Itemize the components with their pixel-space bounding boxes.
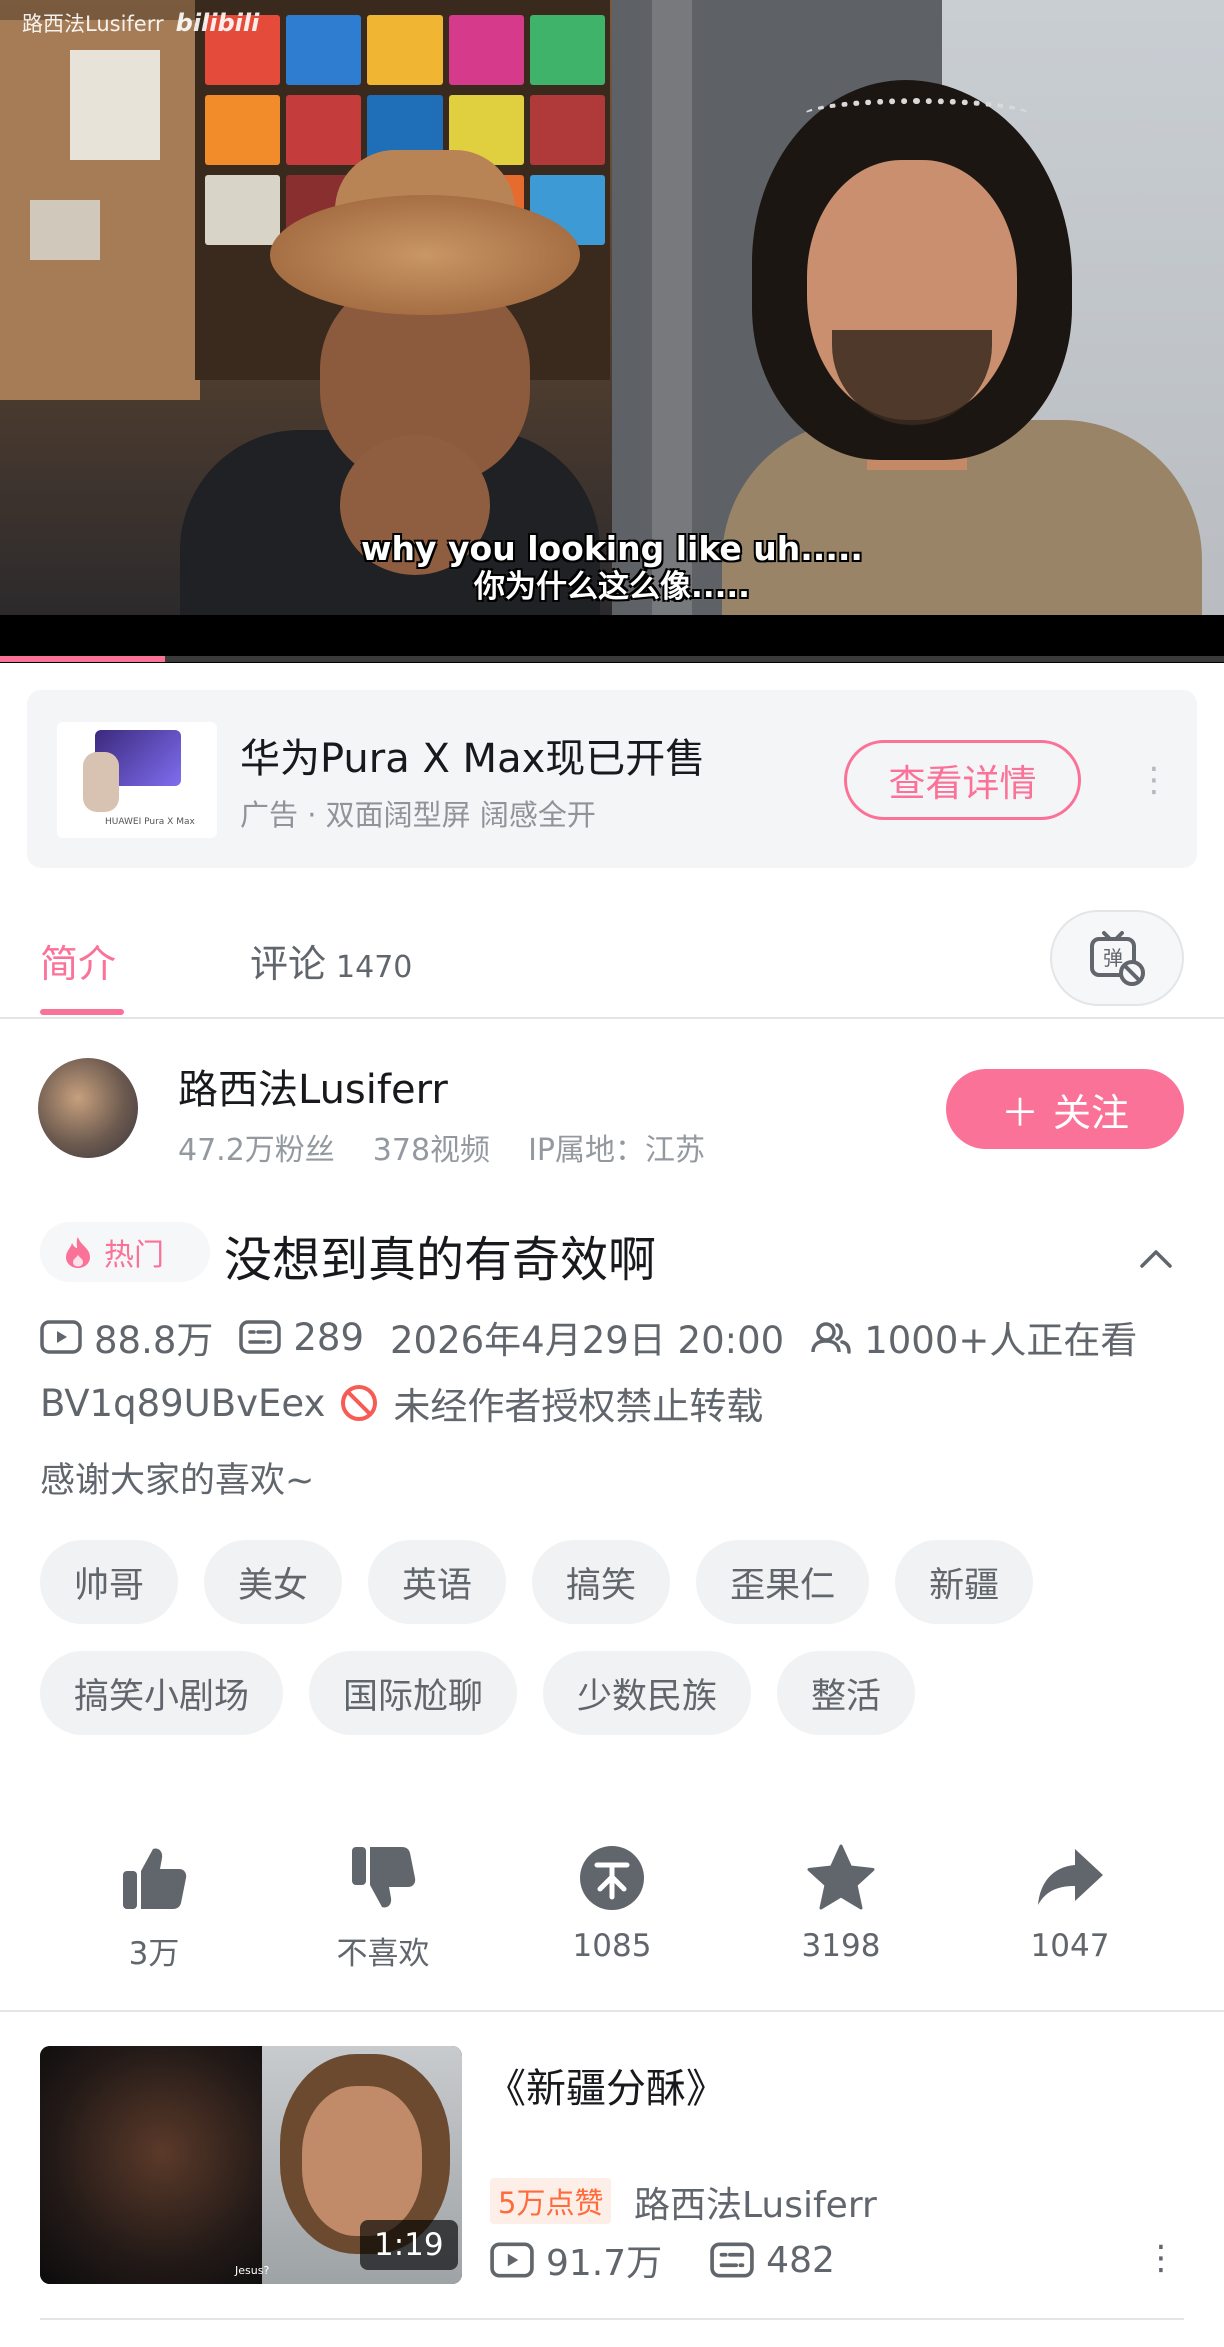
ad-subtitle: 广告 · 双面阔型屏 阔感全开 [240,798,596,832]
no-repost-icon [341,1385,378,1421]
watching-count: 1000+人正在看 [864,1319,1138,1362]
related-more-icon[interactable]: ⋮ [1144,2230,1178,2286]
related-stats: 91.7万 482 [490,2234,835,2286]
ad-thumb-caption: HUAWEI Pura X Max [105,817,195,827]
hot-badge[interactable]: 热门 [40,1222,210,1282]
tab-comments[interactable]: 评论 1470 [250,933,412,988]
tag-item[interactable]: 整活 [777,1651,916,1735]
related-like-badge: 5万点赞 [490,2178,612,2224]
video-progress-fill [0,656,166,662]
danmaku-count: 289 [293,1315,365,1359]
tag-list: 帅哥 美女 英语 搞笑 歪果仁 新疆 搞笑小剧场 国际尬聊 少数民族 整活 [40,1540,1190,1735]
video-player[interactable]: 路西法Lusiferr bilibili why you looking lik… [0,0,1224,663]
related-video-title[interactable]: 《新疆分酥》 [486,2056,726,2114]
comments-count: 1470 [336,950,413,985]
video-left-panel [0,0,612,615]
video-right-panel [612,0,1224,615]
video-id-line: BV1q89UBvEex 未经作者授权禁止转载 [40,1376,763,1430]
uploader-videos: 378视频 [372,1133,491,1168]
related-thumb-caption: Jesus? [235,2264,270,2277]
viewers-icon [811,1322,851,1354]
tag-item[interactable]: 国际尬聊 [309,1651,518,1735]
watermark-author: 路西法Lusiferr [22,12,164,36]
list-divider [40,2318,1184,2320]
publish-date: 2026年4月29日 20:00 [390,1319,785,1362]
uploader-ip: IP属地：江苏 [528,1133,706,1168]
uploader-meta: 47.2万粉丝 378视频 IP属地：江苏 [178,1125,705,1169]
video-watermark: 路西法Lusiferr bilibili [22,8,259,38]
favorite-button[interactable]: 3198 [761,1842,921,1964]
related-duration: 1:19 [360,2220,458,2270]
video-description: 感谢大家的喜欢~ [40,1461,315,1501]
uploader-fans: 47.2万粉丝 [178,1133,335,1168]
thumbs-down-icon [352,1847,416,1908]
danmaku-count-icon [239,1320,282,1354]
coin-count: 1085 [572,1928,652,1964]
danmaku-toggle-button[interactable]: 弹 [1050,910,1184,1006]
danmaku-count-icon [710,2242,754,2278]
ad-title: 华为Pura X Max现已开售 [240,736,706,782]
related-danmaku-count: 482 [766,2239,835,2281]
subtitle-chinese: 你为什么这么像..... [474,569,750,605]
tag-item[interactable]: 搞笑小剧场 [40,1651,284,1735]
related-author: 路西法Lusiferr [634,2185,877,2226]
cowboy-hat-brim [270,195,580,315]
view-count: 88.8万 [94,1319,214,1362]
section-divider [0,2010,1224,2012]
like-button[interactable]: 3万 [74,1842,234,1973]
follow-label: 关注 [1053,1090,1130,1135]
subtitle-english: why you looking like uh..... [361,529,863,568]
danmaku-off-icon: 弹 [1090,931,1145,986]
ad-details-button[interactable]: 查看详情 [844,740,1081,820]
fire-icon [66,1237,90,1268]
chevron-up-icon[interactable] [1138,1240,1174,1276]
dislike-label: 不喜欢 [336,1936,430,1972]
play-count-icon [490,2242,534,2278]
copyright-notice: 未经作者授权禁止转载 [393,1385,764,1428]
tag-item[interactable]: 美女 [204,1540,343,1624]
share-icon [1038,1849,1103,1905]
tag-item[interactable]: 少数民族 [543,1651,752,1735]
tab-active-indicator [40,1009,124,1015]
crown-accessory [802,98,1032,134]
thumbs-up-icon [123,1848,187,1909]
tab-intro[interactable]: 简介 [40,933,116,988]
video-stats: 88.8万 289 2026年4月29日 20:00 1000+人正在看 [40,1310,1163,1364]
tag-item[interactable]: 歪果仁 [696,1540,870,1624]
like-count: 3万 [128,1936,180,1972]
play-count-icon [40,1320,82,1354]
uploader-avatar[interactable] [38,1058,138,1158]
related-video-thumbnail[interactable]: Jesus? 1:19 [40,2046,462,2284]
action-bar: 3万 不喜欢 1085 3198 1047 [0,1842,1224,1972]
share-button[interactable]: 1047 [990,1842,1150,1964]
video-title: 没想到真的有奇效啊 [224,1232,657,1288]
related-views: 91.7万 [546,2243,663,2284]
ad-banner[interactable]: HUAWEI Pura X Max 华为Pura X Max现已开售 广告 · … [27,690,1197,868]
svg-text:弹: 弹 [1103,946,1123,970]
favorite-count: 3198 [801,1928,881,1964]
tag-item[interactable]: 英语 [368,1540,507,1624]
dislike-button[interactable]: 不喜欢 [303,1842,463,1973]
ad-thumbnail: HUAWEI Pura X Max [57,722,217,838]
tag-item[interactable]: 新疆 [895,1540,1034,1624]
hot-label: 热门 [104,1238,164,1273]
video-progress-bar[interactable] [0,656,1224,662]
tag-item[interactable]: 搞笑 [532,1540,671,1624]
plus-icon: ＋ [1000,1090,1039,1135]
star-icon [807,1844,875,1910]
bilibili-logo: bilibili [175,9,260,37]
tab-bar: 简介 评论 1470 弹 [0,895,1224,1019]
uploader-name[interactable]: 路西法Lusiferr [178,1057,448,1115]
share-count: 1047 [1030,1928,1110,1964]
tag-item[interactable]: 帅哥 [40,1540,179,1624]
coin-button[interactable]: 1085 [532,1842,692,1964]
coin-icon [580,1846,644,1910]
ad-more-icon[interactable]: ⋮ [1137,750,1171,810]
bv-id[interactable]: BV1q89UBvEex [40,1382,325,1425]
follow-button[interactable]: ＋ 关注 [946,1069,1184,1149]
